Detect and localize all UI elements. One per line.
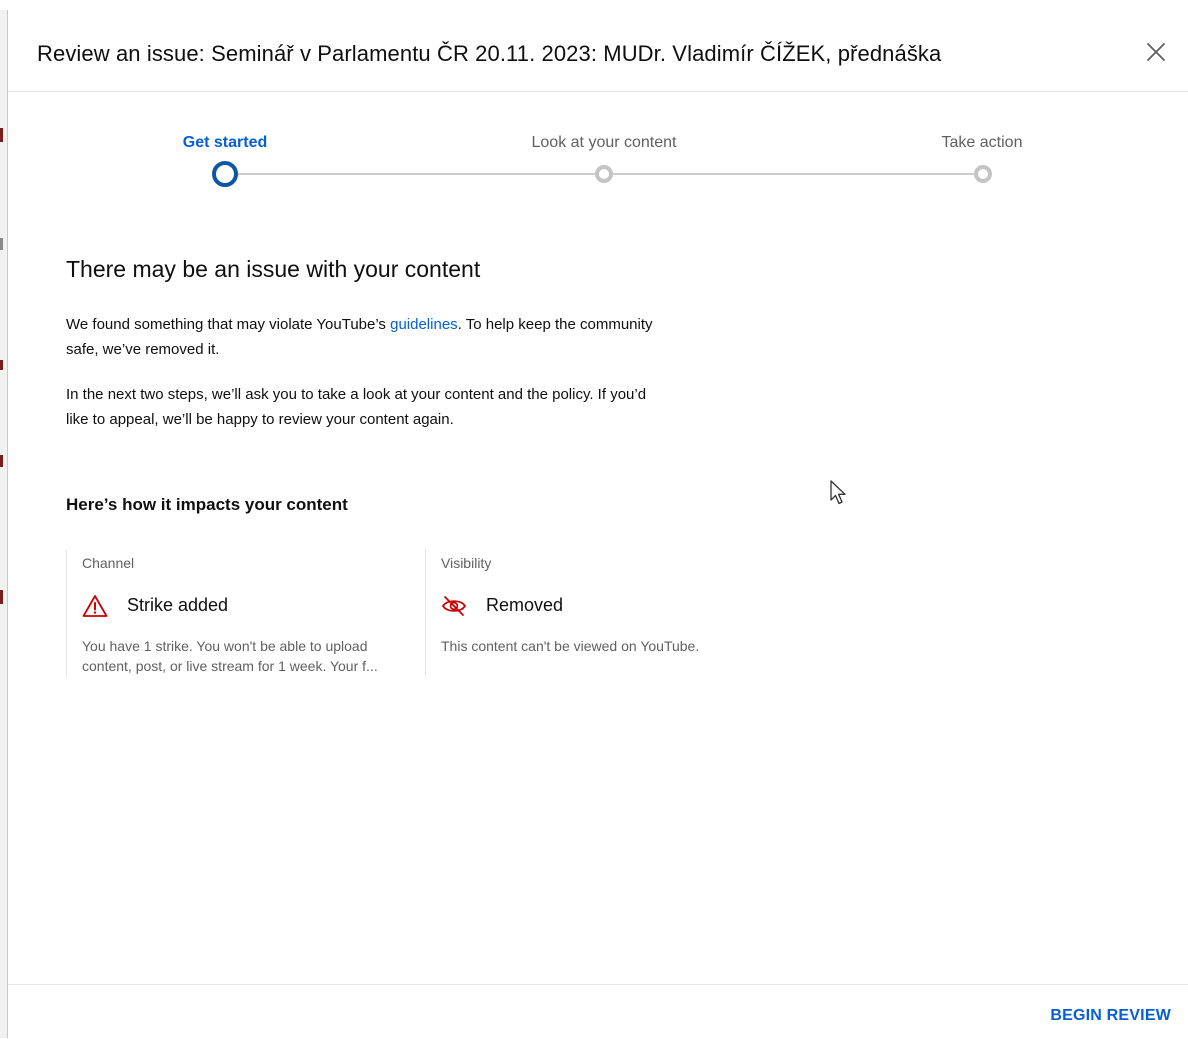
impact-description: This content can't be viewed on YouTube. <box>441 638 700 654</box>
impact-description: You have 1 strike. You won't be able to … <box>82 638 378 674</box>
close-icon[interactable] <box>1146 42 1166 62</box>
step-dot-active <box>212 161 238 187</box>
dialog-header: Review an issue: Seminář v Parlamentu ČR… <box>8 10 1188 92</box>
impact-status: Removed <box>486 595 564 615</box>
step-dot-inactive <box>595 165 613 183</box>
paragraph-text: We found something that may violate YouT… <box>66 316 391 333</box>
issue-paragraph-1: We found something that may violate YouT… <box>66 312 666 362</box>
impact-label: Channel <box>82 555 135 571</box>
progress-stepper: Get started Look at your content Take ac… <box>0 120 1188 200</box>
impact-card-channel: Channel Strike added You have 1 strike. … <box>66 549 426 677</box>
warning-triangle-icon <box>82 594 108 618</box>
issue-heading: There may be an issue with your content <box>66 256 481 282</box>
dialog-title: Review an issue: Seminář v Parlamentu ČR… <box>37 41 942 66</box>
impact-status: Strike added <box>127 595 229 615</box>
impact-heading: Here’s how it impacts your content <box>66 495 348 514</box>
step-dot-inactive <box>974 165 992 183</box>
dialog-footer: BEGIN REVIEW <box>8 984 1188 1039</box>
step-connector <box>238 173 595 175</box>
issue-paragraph-2: In the next two steps, we’ll ask you to … <box>66 386 647 428</box>
review-issue-dialog: Review an issue: Seminář v Parlamentu ČR… <box>0 0 1188 1038</box>
step-label-look-at-content: Look at your content <box>531 134 677 151</box>
impact-label: Visibility <box>441 555 492 571</box>
guidelines-link[interactable]: guidelines <box>390 316 458 333</box>
begin-review-button[interactable]: BEGIN REVIEW <box>1050 1007 1171 1025</box>
window-top-edge <box>7 0 1188 10</box>
eye-off-icon <box>441 594 467 618</box>
step-label-take-action: Take action <box>941 134 1023 151</box>
impact-card-visibility: Visibility Removed This content can't be… <box>425 549 755 677</box>
step-connector <box>613 173 974 175</box>
mouse-pointer-icon <box>829 479 849 507</box>
step-label-get-started: Get started <box>182 134 268 151</box>
